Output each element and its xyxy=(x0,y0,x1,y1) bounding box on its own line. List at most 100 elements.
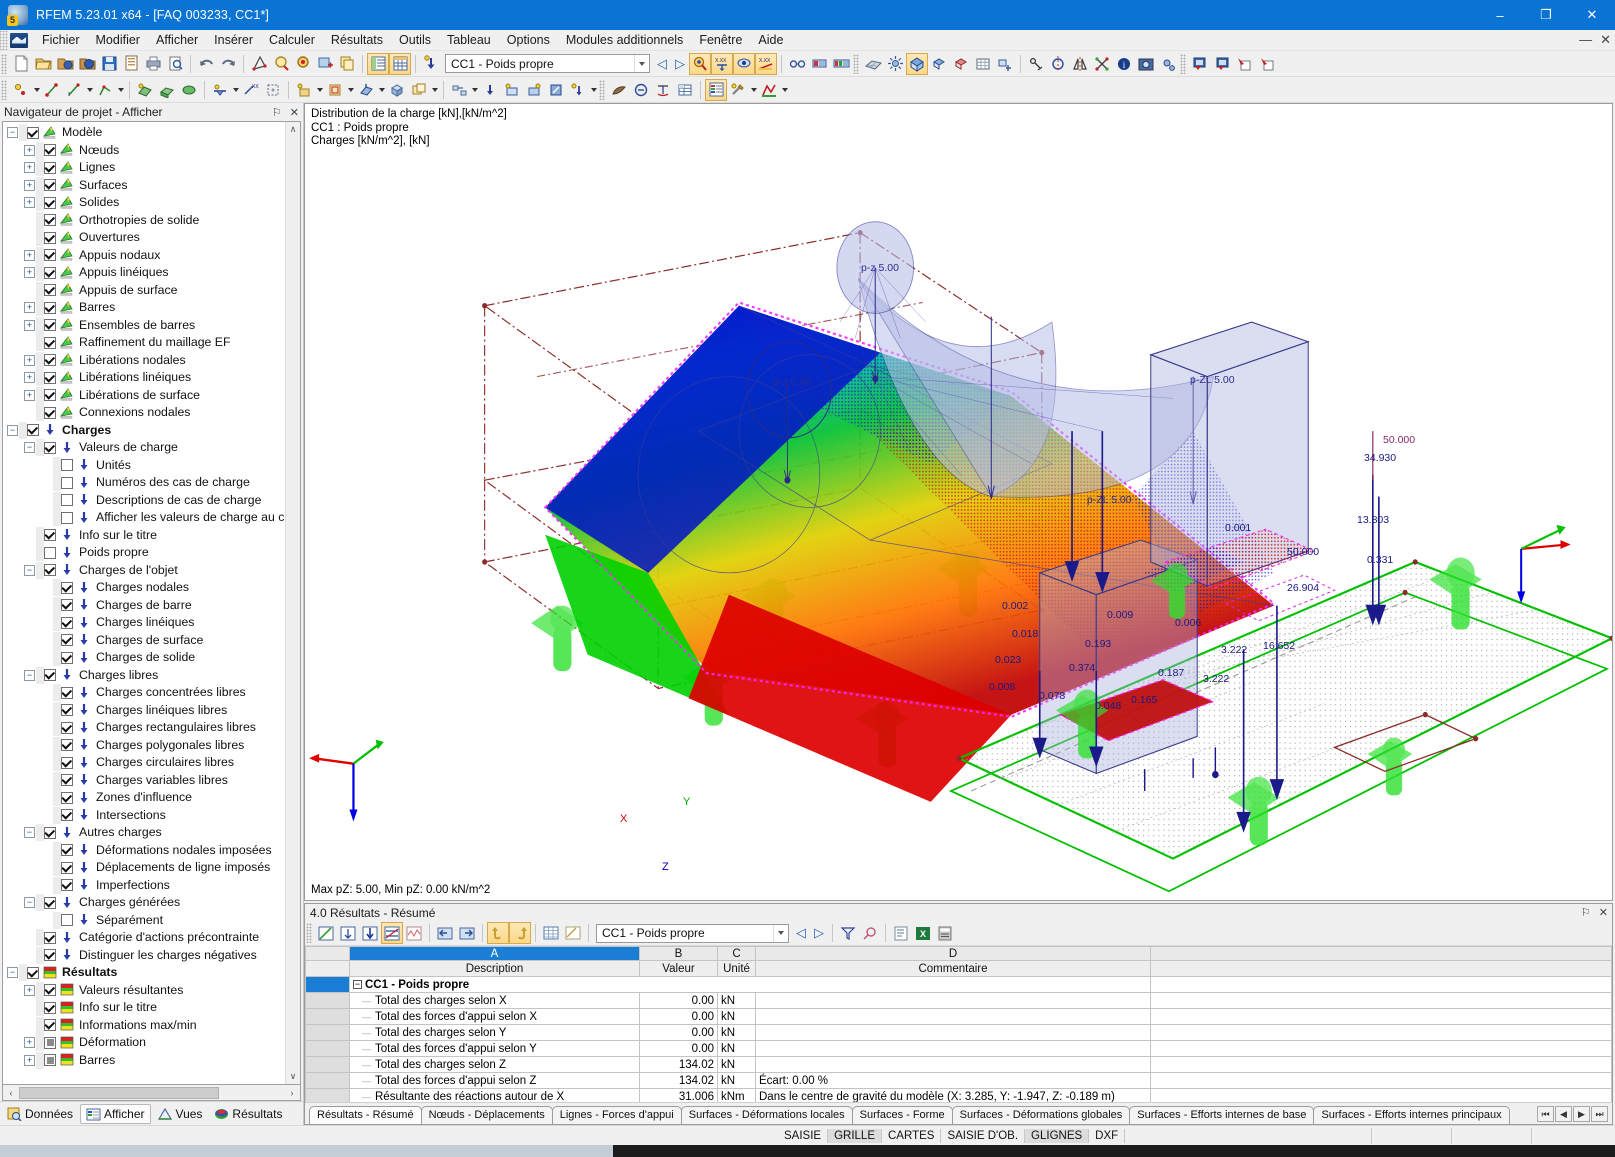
tree-expander-plus[interactable]: + xyxy=(24,354,35,366)
measure-icon[interactable] xyxy=(1025,53,1047,75)
menu-outils[interactable]: Outils xyxy=(391,31,439,49)
tree-item-checkbox[interactable] xyxy=(44,529,56,542)
new-file-icon[interactable] xyxy=(10,53,32,75)
tree-expander-plus[interactable]: + xyxy=(24,302,35,314)
tree-expander-plus[interactable]: + xyxy=(24,249,35,261)
zoom-selection-icon[interactable] xyxy=(314,53,336,75)
toolbar-grip-2[interactable] xyxy=(853,53,859,74)
menu-aide[interactable]: Aide xyxy=(750,31,791,49)
model-viewport[interactable]: Distribution de la charge [kN],[kN/m^2] … xyxy=(304,103,1613,901)
snap-icon[interactable] xyxy=(994,53,1016,75)
table-row[interactable]: Total des charges selon Z134.02kN xyxy=(305,1056,1612,1073)
tree-expander-plus[interactable]: + xyxy=(24,144,35,156)
tree-item[interactable]: + Déformation xyxy=(3,1034,285,1052)
tree-item-checkbox[interactable] xyxy=(61,634,73,647)
row-header-cell[interactable] xyxy=(305,1072,350,1089)
tree-expander-plus[interactable]: + xyxy=(24,179,35,191)
select-region-icon[interactable] xyxy=(248,53,270,75)
row-header-cell[interactable] xyxy=(305,1008,350,1025)
table-calculator-icon[interactable] xyxy=(934,922,956,944)
table-prev-page-icon[interactable] xyxy=(434,922,456,944)
menu-modules-additionnels[interactable]: Modules additionnels xyxy=(558,31,691,49)
close-button[interactable]: ✕ xyxy=(1569,0,1615,30)
tree-item-checkbox[interactable] xyxy=(61,581,73,594)
tree-item-checkbox[interactable] xyxy=(61,599,73,612)
new-line-load-icon[interactable] xyxy=(324,79,346,101)
copy-view-icon[interactable] xyxy=(336,53,358,75)
tree-item[interactable]: − Valeurs de charge xyxy=(3,439,285,457)
column-letter-a[interactable]: A xyxy=(349,946,640,961)
tabnav-next-button[interactable]: ▶ xyxy=(1573,1106,1590,1122)
results-table-container[interactable]: A B C D Description Valeur Unité Comment… xyxy=(305,946,1612,1102)
tree-item[interactable]: + Barres xyxy=(3,299,285,317)
new-surface-load-icon[interactable] xyxy=(355,79,377,101)
tree-item[interactable]: Poids propre xyxy=(3,544,285,562)
open-project-icon[interactable] xyxy=(76,53,98,75)
pin-left-icon[interactable] xyxy=(1233,53,1255,75)
table-row[interactable]: Total des forces d'appui selon Y0.00kN xyxy=(305,1040,1612,1057)
tree-expander-plus[interactable]: + xyxy=(24,1054,35,1066)
tree-item[interactable]: Déplacements de ligne imposés xyxy=(3,859,285,877)
tree-item-checkbox[interactable] xyxy=(61,616,73,629)
thickness-icon[interactable] xyxy=(652,79,674,101)
show-values-icon[interactable]: X.XX xyxy=(711,52,733,75)
row-header-cell[interactable] xyxy=(305,1024,350,1041)
new-nodal-load-dropdown-icon[interactable] xyxy=(315,79,324,101)
new-free-load-icon[interactable] xyxy=(408,79,430,101)
photo-icon[interactable] xyxy=(1135,53,1157,75)
display-navigator-icon[interactable] xyxy=(705,78,727,101)
next-load-case-button[interactable]: ▷ xyxy=(671,53,689,75)
tree-item-checkbox[interactable] xyxy=(61,879,73,892)
tree-item-checkbox[interactable] xyxy=(61,844,73,857)
menu-calculer[interactable]: Calculer xyxy=(261,31,323,49)
new-solid-load-icon[interactable] xyxy=(386,79,408,101)
tree-item-checkbox[interactable] xyxy=(44,144,56,157)
tree-item-checkbox[interactable] xyxy=(44,949,56,962)
zoom-all-icon[interactable] xyxy=(292,53,314,75)
table-row[interactable]: Total des forces d'appui selon Z134.02kN… xyxy=(305,1072,1612,1089)
tree-item-checkbox[interactable] xyxy=(44,1036,56,1049)
generate-icon[interactable] xyxy=(448,79,470,101)
tree-item[interactable]: Imperfections xyxy=(3,876,285,895)
tree-expander-plus[interactable]: + xyxy=(24,372,35,384)
tree-item[interactable]: Déformations nodales imposées xyxy=(3,841,285,860)
row-header-cell[interactable] xyxy=(305,1040,350,1057)
navigator-tree[interactable]: − Modèle + Nœuds + Lignes + Surfaces + Solides Ort… xyxy=(3,122,285,1084)
menu-resultats[interactable]: Résultats xyxy=(323,31,391,49)
mesh-settings-icon[interactable] xyxy=(884,53,906,75)
tree-expander-plus[interactable]: + xyxy=(24,389,35,401)
new-node-icon[interactable] xyxy=(10,79,32,101)
tree-item[interactable]: Unités xyxy=(3,456,285,475)
tree-item[interactable]: Descriptions de cas de charge xyxy=(3,491,285,510)
tree-item[interactable]: − Résultats xyxy=(3,964,285,982)
navigator-pin-button[interactable]: ⚐ xyxy=(272,106,282,119)
minimize-button[interactable]: – xyxy=(1477,0,1523,30)
navigator-close-button[interactable]: ✕ xyxy=(290,106,299,119)
new-line-with-node-icon[interactable]: I xyxy=(63,79,85,101)
tree-expander-minus[interactable]: − xyxy=(24,564,35,576)
table-row[interactable]: Résultante des réactions autour de X31.0… xyxy=(305,1088,1612,1102)
tree-expander-minus[interactable]: − xyxy=(24,669,35,681)
undo-icon[interactable] xyxy=(195,53,217,75)
new-line-icon[interactable] xyxy=(41,79,63,101)
tree-item-checkbox[interactable] xyxy=(44,301,56,314)
tree-item[interactable]: Appuis de surface xyxy=(3,281,285,300)
status-mode-saisie-dob[interactable]: SAISIE D'OB. xyxy=(941,1128,1026,1143)
material-icon[interactable] xyxy=(608,79,630,101)
tree-item-checkbox[interactable] xyxy=(44,1019,56,1032)
tree-item-checkbox[interactable] xyxy=(61,914,73,927)
tree-item[interactable]: Informations max/min xyxy=(3,1016,285,1035)
status-mode-cartes[interactable]: CARTES xyxy=(882,1128,942,1143)
tree-item-checkbox[interactable] xyxy=(61,721,73,734)
new-line-dropdown-icon[interactable] xyxy=(85,79,94,101)
table-undo-icon[interactable] xyxy=(487,922,509,944)
tree-item-checkbox[interactable] xyxy=(61,476,73,489)
new-line-load-dropdown-icon[interactable] xyxy=(346,79,355,101)
tree-item[interactable]: + Ensembles de barres xyxy=(3,316,285,335)
tab-surfaces-efforts-internes-base[interactable]: Surfaces - Efforts internes de base xyxy=(1129,1106,1315,1124)
navigator-tab-donnees[interactable]: Données xyxy=(2,1105,78,1123)
table-goto-row-icon[interactable] xyxy=(337,922,359,944)
menu-tableau[interactable]: Tableau xyxy=(439,31,499,49)
results-load-case-dropdown-icon[interactable] xyxy=(773,924,788,942)
menu-grip[interactable] xyxy=(0,30,8,50)
